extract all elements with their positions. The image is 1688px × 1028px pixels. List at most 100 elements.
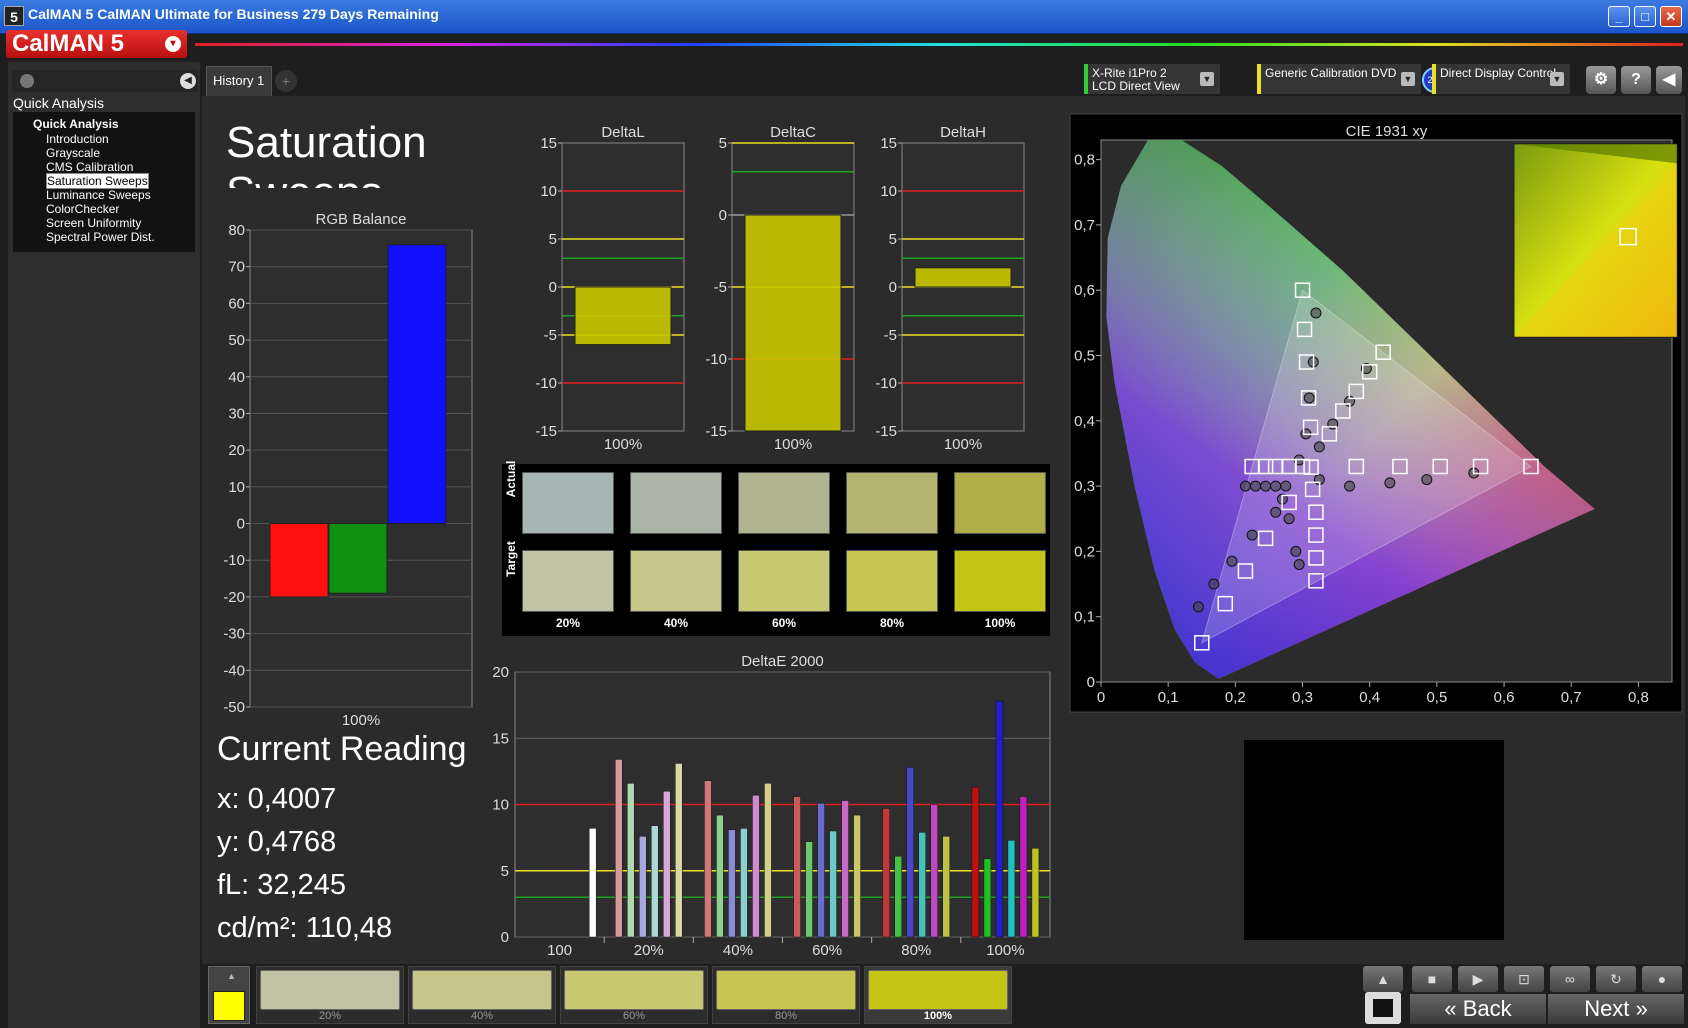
deltae-bar (894, 855, 902, 938)
y-tick-label: 0 (889, 279, 897, 296)
swatch-level-label: 20% (555, 616, 581, 630)
arrow-up-icon[interactable]: ▲ (1363, 966, 1403, 992)
deltae-bar (639, 836, 647, 938)
next-button[interactable]: Next » (1548, 994, 1684, 1024)
y-tick-label: -5 (544, 327, 557, 344)
y-tick-label: 50 (228, 332, 245, 349)
actual-swatch (954, 472, 1046, 534)
y-tick-label: 0,3 (1074, 478, 1095, 495)
y-tick-label: 20 (228, 442, 245, 459)
x-tick-label: 80% (901, 942, 931, 959)
y-tick-label: 15 (540, 135, 557, 152)
chart-title: DeltaE 2000 (741, 653, 824, 670)
x-tick-label: 0,6 (1494, 689, 1515, 706)
y-tick-label: 80 (228, 222, 245, 239)
current-reading-title: Current Reading (217, 730, 467, 768)
options-button[interactable]: ● (1642, 966, 1682, 992)
ribbon-swatch[interactable] (260, 970, 400, 1010)
ribbon-swatch[interactable] (868, 970, 1008, 1010)
target-swatch (522, 550, 614, 612)
x-tick-label: 0,1 (1158, 689, 1179, 706)
actual-point (1280, 480, 1292, 492)
stop-button[interactable]: ■ (1412, 966, 1452, 992)
y-tick-label: -10 (875, 375, 897, 392)
y-tick-label: -10 (223, 552, 245, 569)
ribbon-swatch-label: 100% (923, 1010, 953, 1022)
continuous-button[interactable]: ∞ (1550, 966, 1590, 992)
actual-point (1270, 506, 1282, 518)
y-tick-label: 60 (228, 295, 245, 312)
play-button[interactable]: ▶ (1458, 966, 1498, 992)
actual-point (1293, 558, 1305, 570)
deltal-chart: DeltaL 15 10 5 0 -5 -10 -15 100% (535, 124, 685, 453)
actual-point (1239, 480, 1251, 492)
arrow-up-icon: ▲ (227, 971, 236, 981)
deltae-bar (716, 814, 724, 938)
y-tick-label: -20 (223, 589, 245, 606)
deltae-bar (588, 828, 597, 938)
swatch-level-label: 80% (879, 616, 905, 630)
y-tick-label: -5 (884, 327, 897, 344)
deltae-bar (752, 794, 760, 938)
y-tick-label: -10 (705, 351, 727, 368)
y-tick-label: 0,1 (1074, 609, 1095, 626)
y-tick-label: 5 (549, 231, 557, 248)
actual-point (1290, 545, 1302, 557)
actual-point (1246, 529, 1258, 541)
ribbon-swatch[interactable] (564, 970, 704, 1010)
deltae-bar (675, 763, 683, 938)
actual-point (1313, 441, 1325, 453)
color-preview-box (1244, 740, 1504, 940)
rgb-balance-chart: RGB Balance 80 70 60 50 40 30 20 10 0 -10 -20 -30 -40… (223, 211, 473, 729)
active-point-button[interactable]: ▲ (208, 966, 250, 1024)
ribbon-swatch[interactable] (716, 970, 856, 1010)
actual-swatch (522, 472, 614, 534)
y-tick-label: -50 (223, 699, 245, 716)
refresh-button[interactable]: ↻ (1596, 966, 1636, 992)
deltae-bar (1019, 796, 1028, 938)
reading-y: y: 0,4768 (217, 826, 337, 858)
deltae-bar (627, 783, 635, 938)
reading-fl: fL: 32,245 (217, 869, 346, 901)
target-swatch (630, 550, 722, 612)
y-tick-label: 10 (492, 797, 509, 814)
deltae-bar (1031, 847, 1040, 938)
deltae-bar (651, 825, 659, 938)
y-tick-label: -5 (714, 279, 727, 296)
stop-icon[interactable] (1365, 992, 1401, 1024)
chart-title: DeltaH (940, 124, 986, 141)
x-tick-label: 40% (723, 942, 753, 959)
y-tick-label: 15 (880, 135, 897, 152)
ribbon-swatch[interactable] (412, 970, 552, 1010)
y-tick-label: 10 (540, 183, 557, 200)
ribbon-swatch-label: 40% (470, 1010, 494, 1022)
y-tick-label: 5 (719, 135, 727, 152)
actual-point (1270, 480, 1282, 492)
y-tick-label: 0,2 (1074, 543, 1095, 560)
actual-row-label: Actual (504, 460, 518, 498)
next-label: Next (1584, 996, 1630, 1021)
target-row-label: Target (504, 541, 518, 577)
x-tick-label: 100 (547, 942, 572, 959)
swatch-panel: Actual Target 20% 40% 60% 80% 100% (502, 461, 1050, 636)
x-tick-label: 0,5 (1426, 689, 1447, 706)
deltae-bar (728, 829, 736, 938)
deltae-chart: DeltaE 2000 20 15 10 5 0 100 20% 40% 60% 80% 100% (492, 653, 1051, 959)
y-tick-label: 20 (492, 664, 509, 681)
deltae-bar (615, 759, 623, 938)
actual-point (1310, 307, 1322, 319)
back-button[interactable]: « Back (1410, 994, 1546, 1024)
deltac-chart: DeltaC 5 0 -5 -10 -15 100% (705, 124, 855, 453)
actual-point (1384, 477, 1396, 489)
chart-title: CIE 1931 xy (1346, 123, 1428, 140)
actual-point (1283, 513, 1295, 525)
measure-step-button[interactable]: ⊡ (1504, 966, 1544, 992)
reading-x: x: 0,4007 (217, 783, 337, 815)
y-tick-label: 0 (719, 207, 727, 224)
x-tick-label: 0,4 (1359, 689, 1380, 706)
deltae-bar (740, 828, 748, 938)
x-tick-label: 20% (634, 942, 664, 959)
y-tick-label: 10 (228, 479, 245, 496)
ribbon-swatch-label: 80% (774, 1010, 798, 1022)
y-tick-label: 0 (501, 929, 509, 946)
